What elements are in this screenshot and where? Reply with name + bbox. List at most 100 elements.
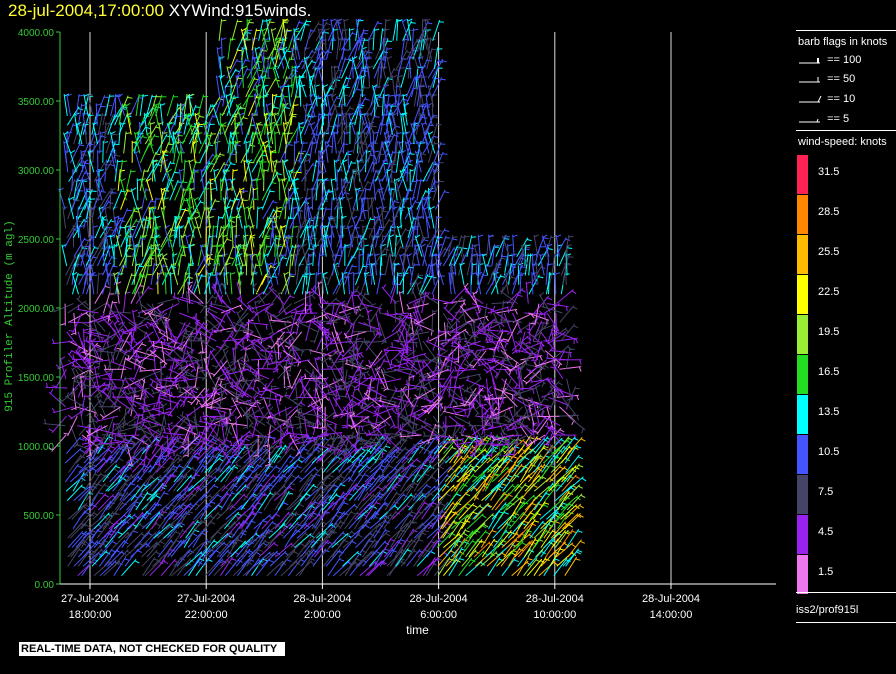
- wind-barb-staff: [346, 66, 353, 88]
- wind-barb-flag: [352, 391, 355, 397]
- wind-barb-staff: [70, 425, 79, 447]
- wind-barb-staff: [220, 37, 223, 60]
- wind-barb-flag: [264, 347, 270, 350]
- wind-barb-staff: [326, 474, 343, 492]
- wind-barb-flag: [273, 542, 279, 547]
- wind-barb-flag: [210, 187, 216, 191]
- wind-barb-flag: [114, 143, 120, 146]
- wind-barb-flag: [163, 454, 169, 458]
- wind-barb-staff: [308, 253, 310, 276]
- wind-barb-flag: [170, 266, 176, 268]
- wind-barb-staff: [230, 215, 233, 238]
- wind-barb-flag: [139, 265, 145, 268]
- wind-barb-flag: [110, 446, 116, 449]
- wind-barb-flag: [150, 380, 154, 386]
- wind-barb-flag: [179, 437, 185, 440]
- wind-barb-staff: [111, 361, 133, 370]
- wind-barb-flag: [156, 384, 158, 390]
- wind-barb-flag: [109, 521, 115, 525]
- wind-barb-flag: [284, 107, 290, 109]
- wind-barb-flag: [298, 22, 304, 24]
- wind-barb-flag: [295, 436, 301, 439]
- wind-barb-staff: [287, 187, 290, 210]
- wind-barb-flag: [290, 447, 296, 451]
- wind-barb-flag: [264, 540, 270, 544]
- wind-barb-staff: [358, 112, 362, 135]
- wind-barb-flag: [363, 244, 369, 247]
- wind-barb-staff: [168, 387, 172, 411]
- wind-barb-flag: [322, 200, 328, 203]
- wind-barb-staff: [206, 350, 212, 373]
- wind-barb-flag: [372, 330, 376, 337]
- wind-barb-flag: [145, 457, 151, 461]
- wind-barb-flag: [364, 98, 370, 101]
- wind-barb-staff: [301, 162, 314, 182]
- wind-barb-flag: [221, 121, 227, 126]
- wind-barb-flag: [384, 529, 390, 533]
- wind-barb-flag: [348, 196, 353, 201]
- wind-barb-flag: [353, 209, 359, 211]
- wind-barb-staff: [124, 273, 133, 295]
- wind-barb-flag: [230, 38, 236, 41]
- wind-barb-flag: [356, 88, 362, 91]
- wind-barb-staff: [336, 37, 340, 60]
- wind-barb-staff: [109, 187, 112, 210]
- wind-barb-flag: [150, 122, 156, 125]
- wind-barb-staff: [314, 272, 317, 295]
- wind-barb-flag: [202, 323, 209, 326]
- wind-barb-flag: [151, 388, 155, 394]
- wind-barb-flag: [127, 97, 133, 99]
- wind-barb-staff: [333, 159, 337, 182]
- wind-barb-flag: [257, 549, 263, 552]
- wind-barb-flag: [377, 22, 383, 25]
- wind-barb-flag: [85, 336, 88, 342]
- wind-barb-flag: [219, 153, 225, 156]
- wind-barb-flag: [366, 318, 372, 321]
- wind-barb-flag: [209, 372, 215, 376]
- wind-barb-flag: [115, 154, 121, 157]
- wind-barb-staff: [365, 150, 367, 173]
- wind-barb-staff: [331, 65, 334, 88]
- wind-barb-flag: [115, 465, 121, 469]
- wind-barb-flag: [335, 494, 341, 498]
- wind-barb-flag: [237, 309, 242, 314]
- wind-barb-flag: [249, 366, 252, 372]
- wind-barb-flag: [336, 97, 342, 100]
- wind-barb-staff: [139, 368, 162, 372]
- wind-barb-staff: [369, 169, 377, 192]
- wind-barb-flag: [276, 206, 282, 209]
- wind-barb-flag: [137, 348, 143, 350]
- wind-barb-staff: [289, 350, 295, 373]
- wind-barb-flag: [134, 395, 140, 397]
- wind-barb-flag: [252, 310, 258, 315]
- wind-barb-flag: [161, 366, 167, 369]
- wind-barb-flag: [169, 162, 175, 165]
- wind-barb-flag: [48, 428, 54, 432]
- wind-barb-staff: [246, 18, 249, 41]
- wind-barb-flag: [270, 266, 276, 269]
- wind-barb-flag: [127, 388, 131, 394]
- wind-barb-flag: [317, 23, 323, 26]
- wind-barb-staff: [268, 444, 271, 467]
- wind-barb-flag: [267, 345, 273, 348]
- wind-barb-flag: [349, 357, 355, 360]
- wind-barb-flag: [262, 444, 268, 447]
- wind-barb-flag: [199, 116, 205, 118]
- wind-barb-staff: [193, 198, 202, 220]
- wind-barb-flag: [67, 414, 73, 419]
- wind-barb-flag: [284, 271, 289, 276]
- wind-barb-flag: [117, 160, 123, 163]
- wind-barb-flag: [167, 168, 172, 173]
- wind-barb-flag: [248, 409, 251, 415]
- wind-barb-flag: [79, 449, 85, 453]
- wind-barb-flag: [326, 322, 332, 325]
- wind-barb-flag: [226, 418, 228, 424]
- wind-barb-flag: [162, 436, 168, 439]
- wind-barb-staff: [137, 291, 144, 314]
- wind-barb-flag: [174, 171, 180, 174]
- wind-barb-staff: [161, 493, 179, 511]
- wind-barb-flag: [148, 532, 153, 536]
- wind-barb-flag: [231, 558, 237, 561]
- wind-barb-flag: [230, 272, 236, 275]
- wind-barb-staff: [78, 403, 84, 426]
